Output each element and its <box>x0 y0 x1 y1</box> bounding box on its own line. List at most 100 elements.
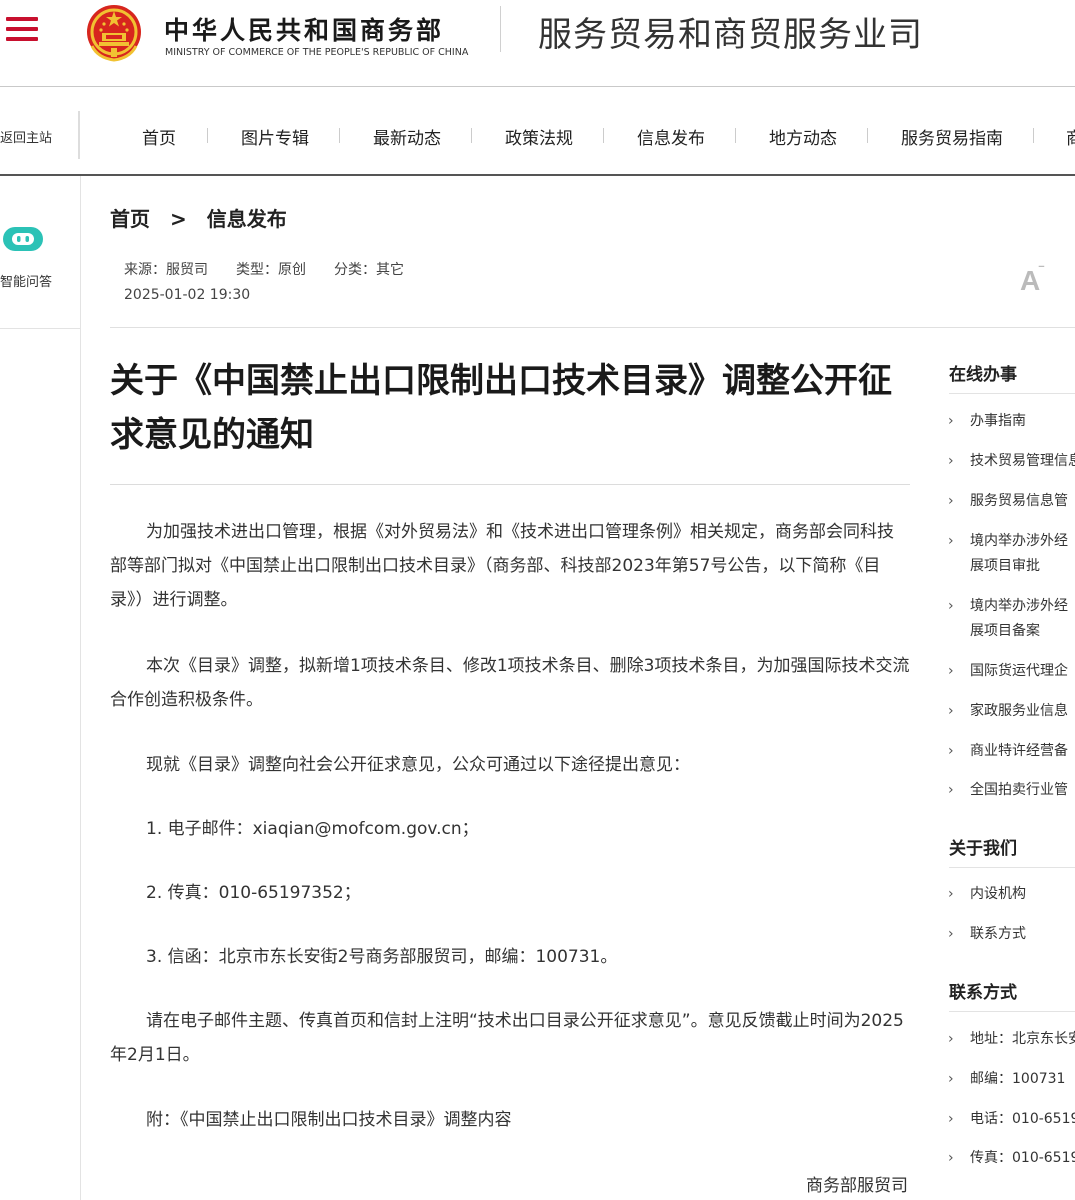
nav-separator <box>339 128 340 143</box>
ai-assistant-label[interactable]: 智能问答 <box>0 271 52 290</box>
online-service-item[interactable]: › 境内举办涉外经 展项目备案 <box>948 594 1075 644</box>
contact-item[interactable]: › 地址：北京东长安 <box>948 1027 1075 1052</box>
chevron-right-icon: › <box>948 703 954 719</box>
chevron-right-icon: › <box>948 1071 954 1087</box>
online-service-item[interactable]: › 全国拍卖行业管 <box>948 778 1075 803</box>
contact-item-label: 地址：北京东长安 <box>970 1031 1075 1047</box>
chat-robot-icon[interactable] <box>2 226 44 252</box>
meta-category: 分类：其它 <box>334 262 404 278</box>
nav-separator <box>471 128 472 143</box>
nav-item-home[interactable]: 首页 <box>142 124 176 149</box>
article-paragraph: 本次《目录》调整，拟新增1项技术条目、修改1项技术条目、删除3项技术条目，为加强… <box>110 656 910 710</box>
article-paragraph: 为加强技术进出口管理，根据《对外贸易法》和《技术进出口管理条例》相关规定，商务部… <box>110 522 894 610</box>
national-emblem-logo[interactable] <box>84 2 144 62</box>
nav-divider <box>78 111 80 159</box>
about-us-item[interactable]: › 联系方式 <box>948 922 1075 947</box>
ministry-name-cn[interactable]: 中华人民共和国商务部 <box>164 11 444 47</box>
left-sidebar: 智能问答 <box>0 176 81 1200</box>
breadcrumb: 首页 > 信息发布 <box>110 203 287 232</box>
article-paragraph: 请在电子邮件主题、传真首页和信封上注明“技术出口目录公开征求意见”。意见反馈截止… <box>110 1011 904 1065</box>
online-service-item[interactable]: › 服务贸易信息管 <box>948 489 1075 514</box>
contact-title: 联系方式 <box>949 983 1017 1003</box>
about-us-item[interactable]: › 内设机构 <box>948 882 1075 907</box>
contact-item[interactable]: › 传真：010-6519 <box>948 1146 1075 1171</box>
sidebar-divider <box>949 1011 1075 1012</box>
chevron-right-icon: › <box>948 1031 954 1047</box>
nav-item-local-news[interactable]: 地方动态 <box>769 124 837 149</box>
article-title: 关于《中国禁止出口限制出口技术目录》调整公开征求意见的通知 <box>110 361 892 455</box>
online-service-item[interactable]: › 商业特许经营备 <box>948 739 1075 764</box>
nav-item-photo-album[interactable]: 图片专辑 <box>241 124 309 149</box>
contact-item-label: 电话：010-6519 <box>970 1111 1075 1127</box>
contact-mail-line: 3. 信函：北京市东长安街2号商务部服贸司，邮编：100731。 <box>146 947 618 967</box>
title-divider <box>110 484 910 485</box>
nav-item-trade-guide[interactable]: 服务贸易指南 <box>901 124 1003 149</box>
nav-separator <box>867 128 868 143</box>
chevron-right-icon: › <box>948 1150 954 1166</box>
online-service-item[interactable]: › 家政服务业信息 <box>948 699 1075 724</box>
online-service-label: 技术贸易管理信息 <box>970 453 1075 469</box>
online-service-label: 国际货运代理企 <box>970 663 1068 679</box>
nav-item-info-release[interactable]: 信息发布 <box>637 124 705 149</box>
online-service-item[interactable]: › 国际货运代理企 <box>948 659 1075 684</box>
nav-item-truncated[interactable]: 商 <box>1066 124 1075 149</box>
online-service-label: 境内举办涉外经 <box>970 533 1068 549</box>
breadcrumb-current[interactable]: 信息发布 <box>207 207 287 231</box>
chevron-right-icon: › <box>948 926 954 942</box>
article-meta: 来源：服贸司 类型：原创 分类：其它 <box>124 259 404 279</box>
online-service-label: 商业特许经营备 <box>970 743 1068 759</box>
about-us-item-label: 内设机构 <box>970 886 1026 902</box>
nav-separator <box>1033 128 1034 143</box>
meta-source: 来源：服贸司 <box>124 262 208 278</box>
chevron-right-icon: › <box>948 886 954 902</box>
online-service-label: 办事指南 <box>970 413 1026 429</box>
online-service-label: 境内举办涉外经 <box>970 598 1068 614</box>
contact-fax-line: 2. 传真：010-65197352； <box>146 883 361 903</box>
chevron-right-icon: › <box>948 1111 954 1127</box>
site-header: 中华人民共和国商务部 MINISTRY OF COMMERCE OF THE P… <box>0 0 1075 87</box>
chevron-right-icon: › <box>948 598 954 614</box>
sidebar-divider <box>0 328 80 329</box>
nav-separator <box>735 128 736 143</box>
online-services-title: 在线办事 <box>949 365 1017 385</box>
sidebar-divider <box>949 393 1075 394</box>
chevron-right-icon: › <box>948 413 954 429</box>
nav-item-latest-news[interactable]: 最新动态 <box>373 124 441 149</box>
contact-email-line: 1. 电子邮件：xiaqian@mofcom.gov.cn； <box>146 819 479 839</box>
publish-date: 2025-01-02 19:30 <box>124 287 251 303</box>
about-us-title: 关于我们 <box>949 839 1017 859</box>
online-service-label-line2: 展项目审批 <box>970 558 1040 574</box>
online-service-item[interactable]: › 境内举办涉外经 展项目审批 <box>948 529 1075 579</box>
online-service-label: 服务贸易信息管 <box>970 493 1068 509</box>
chevron-right-icon: › <box>948 782 954 798</box>
meta-type: 类型：原创 <box>236 262 306 278</box>
sidebar-divider <box>949 867 1075 868</box>
online-service-label: 家政服务业信息 <box>970 703 1068 719</box>
return-main-site-link[interactable]: 返回主站 <box>0 127 52 146</box>
online-service-item[interactable]: › 技术贸易管理信息 <box>948 449 1075 474</box>
attachment-link[interactable]: 附：《中国禁止出口限制出口技术目录》调整内容 <box>110 1103 910 1137</box>
menu-icon[interactable] <box>6 17 38 45</box>
nav-item-policies[interactable]: 政策法规 <box>505 124 573 149</box>
article-signature: 商务部服贸司 <box>806 1176 908 1196</box>
chevron-right-icon: › <box>948 453 954 469</box>
article-paragraph: 现就《目录》调整向社会公开征求意见，公众可通过以下途径提出意见： <box>146 755 690 775</box>
contact-item[interactable]: › 电话：010-6519 <box>948 1107 1075 1132</box>
online-service-item[interactable]: › 办事指南 <box>948 409 1075 434</box>
font-size-icon[interactable]: A− <box>1020 261 1047 297</box>
chevron-right-icon: › <box>948 533 954 549</box>
chevron-right-icon: › <box>948 493 954 509</box>
meta-divider <box>110 327 1075 328</box>
main-nav: 返回主站 首页 图片专辑 最新动态 政策法规 信息发布 地方动态 服务贸易指南 … <box>0 87 1075 176</box>
nav-separator <box>603 128 604 143</box>
contact-item[interactable]: › 邮编：100731 <box>948 1067 1075 1092</box>
breadcrumb-home[interactable]: 首页 <box>110 207 150 231</box>
contact-item-label: 传真：010-6519 <box>970 1150 1075 1166</box>
contact-item-label: 邮编：100731 <box>970 1071 1066 1087</box>
about-us-item-label: 联系方式 <box>970 926 1026 942</box>
ministry-name-en: MINISTRY OF COMMERCE OF THE PEOPLE'S REP… <box>165 47 469 58</box>
chevron-right-icon: › <box>948 743 954 759</box>
online-service-label: 全国拍卖行业管 <box>970 782 1068 798</box>
online-service-label-line2: 展项目备案 <box>970 623 1040 639</box>
header-divider <box>500 6 501 52</box>
